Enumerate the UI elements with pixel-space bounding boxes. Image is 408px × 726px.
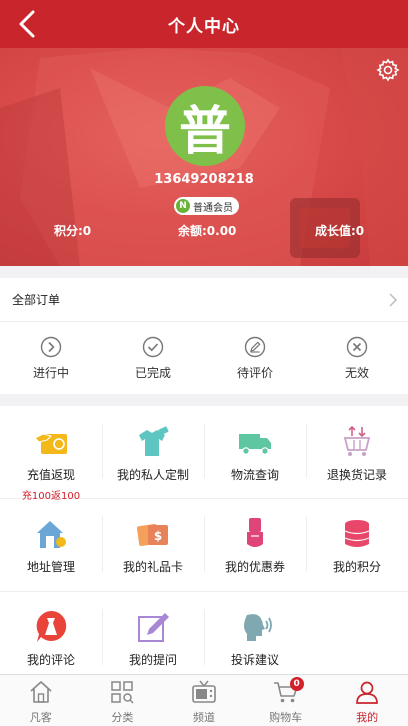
bottom-tab-bar: 凡客 分类 频道 0 购物车 我的 [0,674,408,726]
tab-label: 分类 [111,711,134,724]
service-label: 我的优惠券 [224,560,285,574]
coupon-hand-icon [247,518,263,547]
service-label: 投诉建议 [230,653,279,667]
cart-return-icon [343,425,371,456]
tab-mine[interactable]: 我的 [326,675,408,726]
profile-banner: 普 13649208218 N 普通会员 积分:0 余额:0.00 成长值:0 [0,48,408,266]
svg-text:$: $ [154,529,162,543]
chevron-right-icon [389,293,398,307]
service-gift-card[interactable]: $ 我的礼品卡 [102,516,204,575]
house-icon [37,521,66,548]
chevron-left-icon [19,10,35,38]
points-stat[interactable]: 积分:0 [54,222,91,239]
coin-stack-icon [344,520,370,547]
member-n-icon: N [176,199,190,213]
settings-button[interactable] [376,58,400,82]
tv-icon [192,680,216,703]
comment-dress-icon [36,610,67,642]
gift-card-icon: $ [136,523,168,547]
service-address[interactable]: 地址管理 [0,516,102,575]
question-pen-icon [138,613,169,642]
service-label: 我的私人定制 [116,468,189,482]
home-icon [30,681,52,703]
member-level-badge: N 普通会员 [174,197,239,215]
service-label: 退换货记录 [326,468,387,482]
tab-label: 频道 [192,711,215,724]
tshirt-icon [139,426,169,456]
tab-cart[interactable]: 0 购物车 [245,675,327,726]
service-points[interactable]: 我的积分 [306,516,408,575]
avatar[interactable]: 普 [165,86,245,166]
page: 个人中心 普 13649208218 N 普通会员 积分:0 余额:0.00 成… [0,0,408,726]
divider [0,591,408,592]
pencil-circle-icon [244,336,266,358]
cart-count-badge: 0 [289,677,304,691]
service-label: 地址管理 [26,560,75,574]
user-phone: 13649208218 [154,172,254,187]
service-label: 我的评论 [26,653,75,667]
service-custom[interactable]: 我的私人定制 [102,424,204,483]
page-title: 个人中心 [168,16,240,37]
check-circle-icon [142,336,164,358]
order-status-in-progress[interactable]: 进行中 [0,322,102,394]
user-icon [356,681,379,704]
tab-home[interactable]: 凡客 [0,675,82,726]
member-level-label: 普通会员 [193,202,233,214]
gear-icon [376,58,400,82]
back-button[interactable] [12,8,42,40]
truck-icon [239,434,271,455]
top-bar: 个人中心 [0,0,408,48]
order-status-bar: 进行中 已完成 待评价 无效 [0,322,408,394]
service-recharge[interactable]: 充值返现 充100返100 [0,424,102,502]
order-status-invalid[interactable]: 无效 [306,322,408,394]
tab-label: 购物车 [269,711,303,724]
service-comments[interactable]: 我的评论 [0,609,102,668]
service-logistics[interactable]: 物流查询 [204,424,306,483]
category-icon [111,681,134,704]
order-status-label: 待评价 [236,366,273,380]
service-label: 充值返现 [26,468,75,482]
recharge-card-icon [34,433,67,454]
order-status-label: 已完成 [134,366,171,380]
tab-label: 我的 [356,711,379,724]
service-label: 我的提问 [128,653,177,667]
chevron-circle-icon [40,336,62,358]
all-orders-label: 全部订单 [12,293,61,307]
growth-stat[interactable]: 成长值:0 [315,222,364,239]
x-circle-icon [346,336,368,358]
order-status-label: 无效 [344,366,369,380]
order-status-to-review[interactable]: 待评价 [204,322,306,394]
order-status-label: 进行中 [32,366,69,380]
balance-stat[interactable]: 余额:0.00 [178,222,236,239]
service-coupons[interactable]: 我的优惠券 [204,516,306,575]
complaint-head-icon [244,614,272,641]
service-label: 我的积分 [332,560,381,574]
tab-label: 凡客 [29,711,52,724]
service-complaints[interactable]: 投诉建议 [204,609,306,668]
service-label: 我的礼品卡 [122,560,183,574]
service-grid: 充值返现 充100返100 我的私人定制 物流查询 退换货记录 地址管理 $ 我… [0,406,408,674]
avatar-initial: 普 [178,101,231,162]
tab-category[interactable]: 分类 [82,675,164,726]
tab-channel[interactable]: 频道 [163,675,245,726]
all-orders-row[interactable]: 全部订单 [0,278,408,322]
service-questions[interactable]: 我的提问 [102,609,204,668]
service-returns[interactable]: 退换货记录 [306,424,408,483]
order-status-completed[interactable]: 已完成 [102,322,204,394]
account-stats: 积分:0 余额:0.00 成长值:0 [0,222,408,242]
service-label: 物流查询 [230,468,279,482]
recharge-promo: 充100返100 [21,491,81,502]
